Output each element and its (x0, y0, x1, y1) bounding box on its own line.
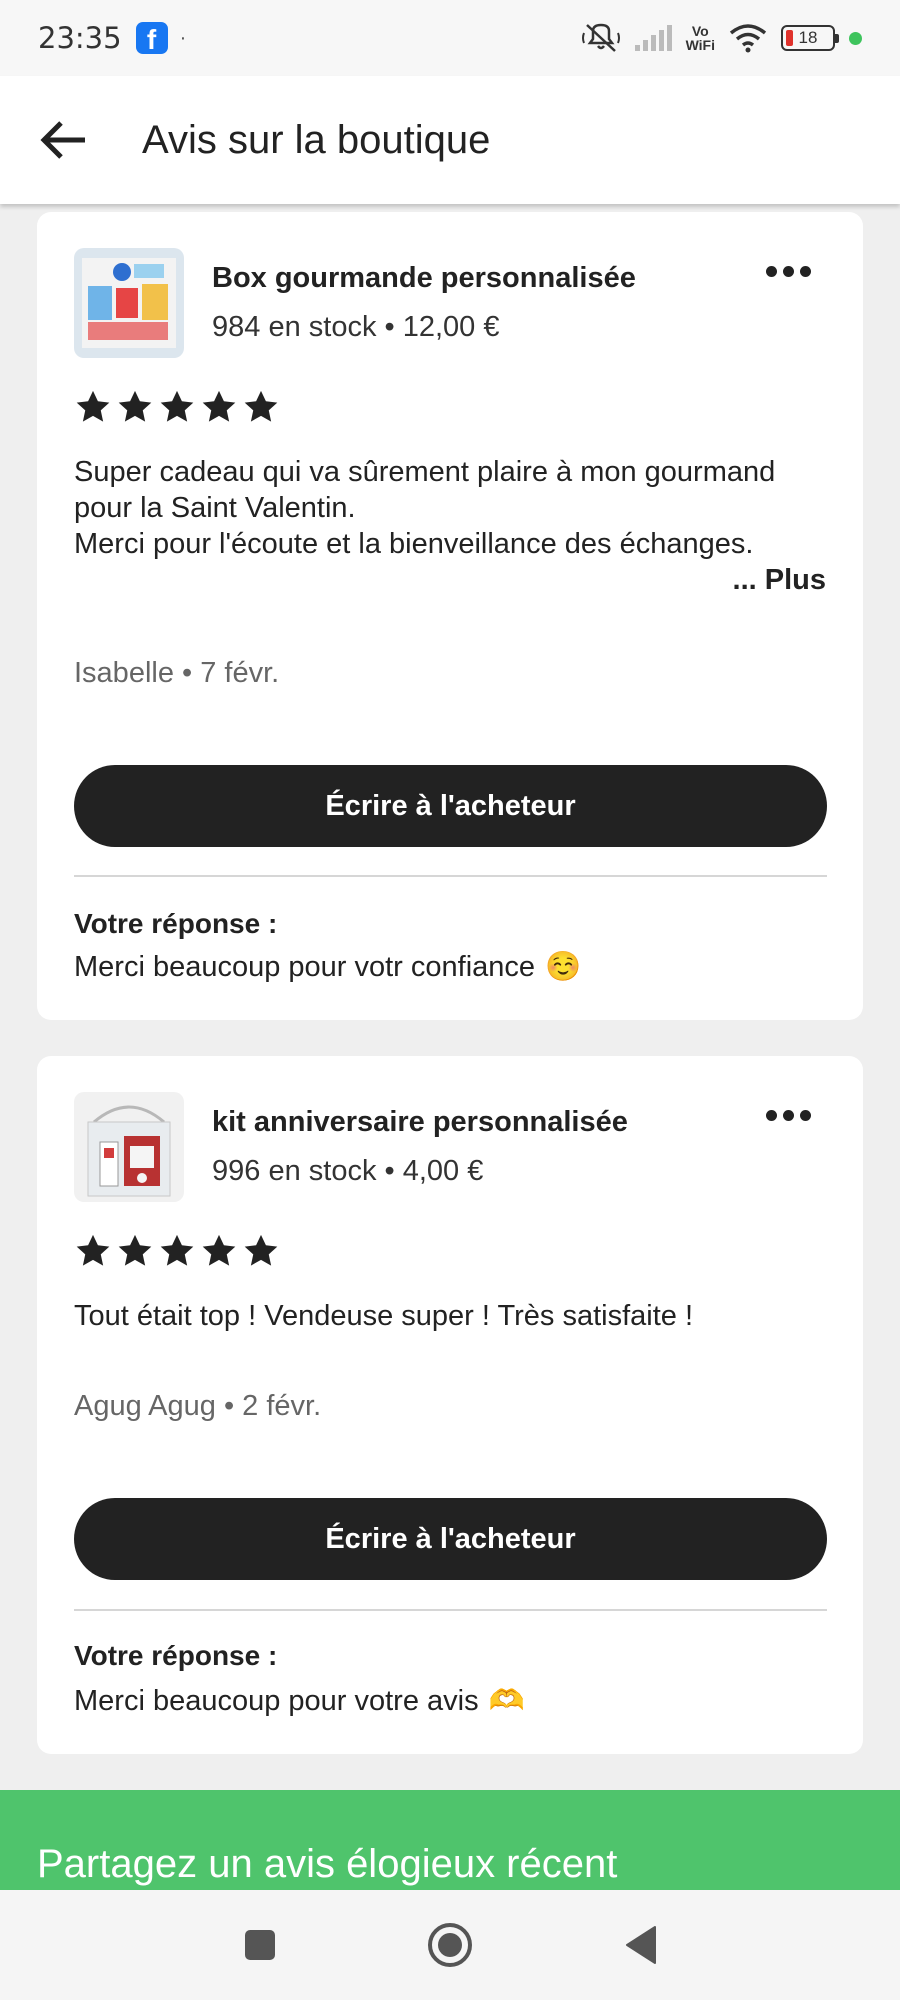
battery-icon: 18 (781, 25, 839, 51)
star-icon (118, 1234, 152, 1266)
share-review-banner[interactable]: Partagez un avis élogieux récent (0, 1790, 900, 1890)
review-author-date: Agug Agug • 2 févr. (74, 1390, 322, 1422)
rating-stars (74, 1232, 280, 1270)
star-icon (244, 1234, 278, 1266)
back-button[interactable] (32, 109, 94, 171)
star-icon (118, 390, 152, 422)
product-header[interactable]: kit anniversaire personnalisée 996 en st… (74, 1092, 628, 1202)
product-header[interactable]: Box gourmande personnalisée 984 en stock… (74, 248, 636, 358)
battery-level: 18 (798, 28, 818, 47)
app-bar: Avis sur la boutique (0, 76, 900, 204)
privacy-dot-icon (849, 31, 862, 45)
review-author-date: Isabelle • 7 févr. (74, 657, 280, 689)
back-triangle-icon (626, 1926, 656, 1964)
system-nav-bar (0, 1890, 900, 2000)
product-title[interactable]: kit anniversaire personnalisée (212, 1106, 628, 1139)
recents-button[interactable] (235, 1920, 285, 1970)
more-options-button[interactable] (766, 1110, 811, 1121)
home-circle-icon (428, 1923, 472, 1967)
star-icon (244, 390, 278, 422)
product-title[interactable]: Box gourmande personnalisée (212, 262, 636, 295)
star-icon (76, 1234, 110, 1266)
reply-label: Votre réponse : (74, 908, 278, 939)
star-icon (202, 1234, 236, 1266)
facebook-icon: f (135, 22, 168, 54)
star-icon (202, 390, 236, 422)
star-icon (76, 390, 110, 422)
reply-text-content: Merci beaucoup pour votre avis (74, 1684, 479, 1717)
status-time: 23:35 (38, 21, 122, 55)
divider (74, 1609, 827, 1611)
read-more-link[interactable]: ... Plus (733, 564, 826, 597)
review-text: Super cadeau qui va sûrement plaire à mo… (74, 456, 776, 560)
review-card: Box gourmande personnalisée 984 en stock… (37, 212, 863, 1020)
page-title: Avis sur la boutique (142, 117, 491, 162)
product-thumbnail[interactable] (74, 248, 184, 358)
banner-title: Partagez un avis élogieux récent (37, 1842, 618, 1886)
vowifi-top: Vo (691, 23, 709, 39)
status-dot: · (179, 26, 187, 49)
rating-stars (74, 388, 280, 426)
vowifi-icon: Vo WiFi (686, 24, 715, 52)
review-text: Tout était top ! Vendeuse super ! Très s… (74, 1300, 694, 1332)
reply-text: Merci beaucoup pour votr confiance ☺️ (74, 950, 581, 984)
star-icon (160, 1234, 194, 1266)
arrow-left-icon (40, 121, 85, 159)
product-meta: 996 en stock • 4,00 € (212, 1155, 484, 1187)
status-icons: Vo WiFi 18 (581, 21, 862, 55)
more-options-button[interactable] (766, 266, 811, 277)
more-dots-icon (766, 266, 777, 277)
home-button[interactable] (425, 1920, 475, 1970)
more-dots-icon (766, 1110, 777, 1121)
write-to-buyer-button[interactable]: Écrire à l'acheteur (74, 765, 827, 847)
product-thumbnail[interactable] (74, 1092, 184, 1202)
reviews-list[interactable]: Box gourmande personnalisée 984 en stock… (0, 204, 900, 1890)
divider (74, 875, 827, 877)
product-meta: 984 en stock • 12,00 € (212, 311, 500, 343)
heart-hands-emoji: 🫶 (488, 1685, 525, 1717)
reply-text-content: Merci beaucoup pour votr confiance (74, 950, 536, 983)
wifi-icon (729, 24, 767, 53)
recents-square-icon (245, 1930, 275, 1960)
back-nav-button[interactable] (615, 1920, 665, 1970)
reply-text: Merci beaucoup pour votre avis 🫶 (74, 1684, 525, 1718)
signal-icon (634, 25, 672, 51)
reply-label: Votre réponse : (74, 1640, 278, 1671)
mute-icon (581, 23, 620, 52)
status-bar: 23:35 f · Vo WiFi 18 (0, 0, 900, 76)
write-to-buyer-button[interactable]: Écrire à l'acheteur (74, 1498, 827, 1580)
vowifi-bottom: WiFi (685, 37, 715, 53)
review-card: kit anniversaire personnalisée 996 en st… (37, 1056, 863, 1754)
smiling-face-emoji: ☺️ (545, 951, 582, 983)
star-icon (160, 390, 194, 422)
